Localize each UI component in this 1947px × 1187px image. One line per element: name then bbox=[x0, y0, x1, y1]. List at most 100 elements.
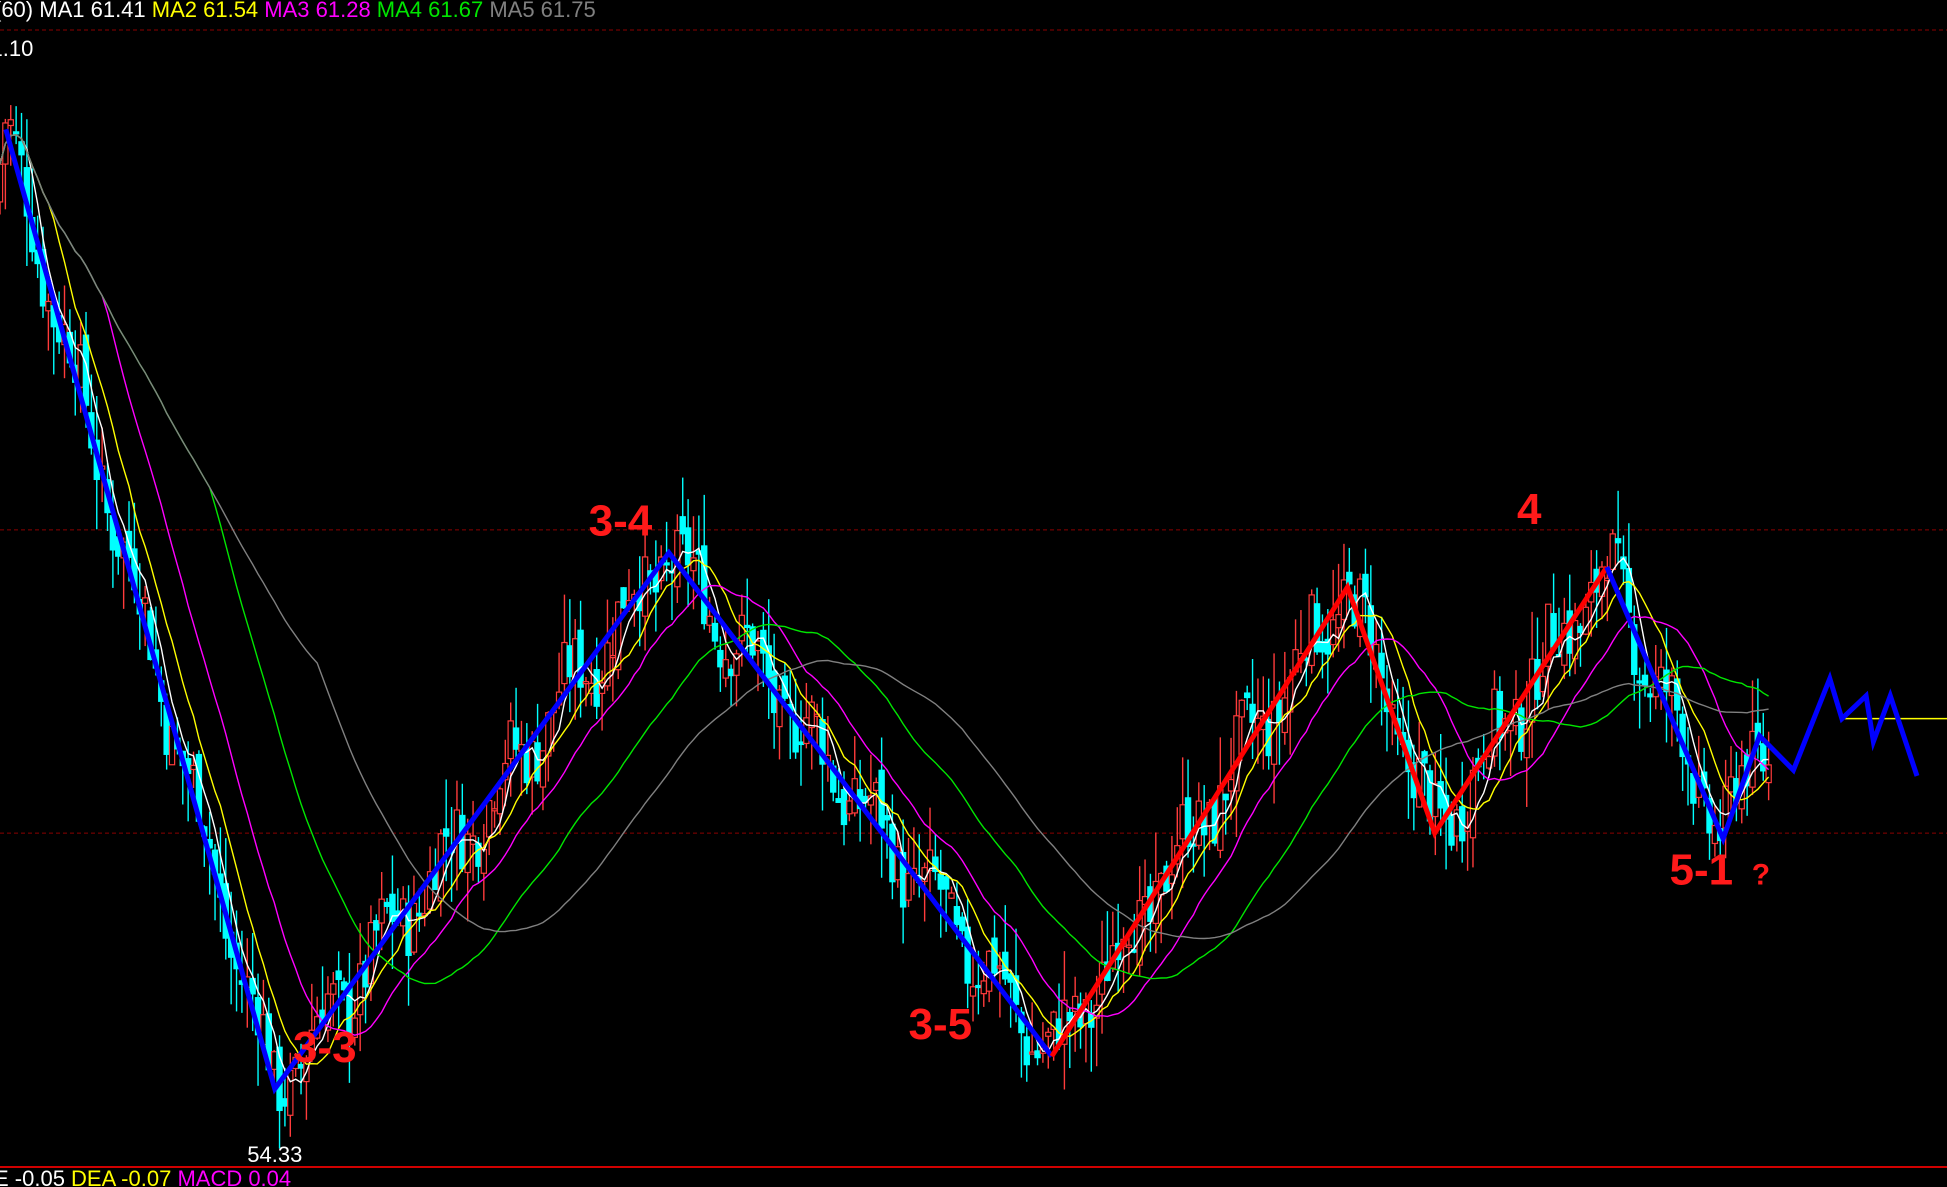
candle-body bbox=[496, 788, 504, 815]
candle-body bbox=[1238, 699, 1246, 718]
candle-body bbox=[953, 906, 961, 926]
candle-body bbox=[1609, 533, 1616, 571]
candle-body bbox=[727, 668, 735, 677]
candle-body bbox=[410, 902, 418, 953]
candle-body bbox=[1432, 783, 1439, 818]
candle-body bbox=[905, 872, 912, 901]
candle-body bbox=[948, 892, 955, 899]
candle-body bbox=[12, 131, 20, 135]
candle-body bbox=[1329, 619, 1337, 646]
candle-body bbox=[840, 789, 848, 826]
price-extreme-label: 71.10 bbox=[0, 36, 33, 61]
candle-body bbox=[7, 119, 14, 127]
candle-body bbox=[485, 799, 493, 838]
candle-body bbox=[1034, 1050, 1041, 1059]
candle-body bbox=[442, 828, 450, 837]
legend-item: MA2 61.54 bbox=[152, 0, 265, 22]
candle-body bbox=[1179, 804, 1186, 840]
candle-body bbox=[1641, 674, 1649, 686]
wave-label: ? bbox=[1752, 859, 1770, 892]
candle-body bbox=[942, 876, 950, 890]
candle-body bbox=[996, 965, 1004, 969]
candle-body bbox=[1727, 776, 1735, 793]
legend-item: MA1 61.41 bbox=[39, 0, 152, 22]
wave-label: 4 bbox=[1517, 485, 1542, 534]
legend-item: MA3 61.28 bbox=[264, 0, 377, 22]
candle-body bbox=[684, 527, 692, 566]
candle-body bbox=[1227, 778, 1235, 792]
candle-body bbox=[190, 764, 197, 771]
candle-body bbox=[1319, 640, 1326, 653]
candle-body bbox=[593, 669, 600, 707]
candle-body bbox=[969, 986, 977, 997]
candle-body bbox=[1614, 538, 1622, 544]
candle-body bbox=[534, 742, 541, 782]
candle-body bbox=[1045, 1031, 1052, 1037]
candle-body bbox=[1028, 1051, 1036, 1055]
candle-body bbox=[609, 655, 617, 659]
candle-body bbox=[991, 937, 998, 974]
candle-body bbox=[835, 798, 842, 803]
candle-body bbox=[141, 597, 149, 604]
legend-item: MA4 61.67 bbox=[377, 0, 490, 22]
candle-body bbox=[1125, 944, 1133, 948]
wave-label: 3-5 bbox=[909, 1000, 973, 1049]
candle-body bbox=[0, 163, 4, 203]
candle-body bbox=[1577, 625, 1584, 633]
candle-body bbox=[582, 681, 590, 685]
candle-body bbox=[959, 916, 966, 932]
candle-body bbox=[883, 815, 891, 821]
wave-label: 5-1 bbox=[1670, 846, 1734, 895]
price-extreme-label: 54.33 bbox=[247, 1142, 302, 1167]
candle-body bbox=[330, 983, 337, 995]
wave-label: 3-4 bbox=[589, 497, 653, 546]
candle-body bbox=[1636, 680, 1643, 684]
candle-body bbox=[491, 808, 498, 812]
candle-body bbox=[507, 720, 514, 760]
candle-body bbox=[846, 800, 853, 815]
candle-body bbox=[1550, 613, 1557, 648]
candle-body bbox=[744, 624, 751, 629]
legend-item: MACD 0.04 bbox=[177, 1166, 291, 1187]
candle-body bbox=[711, 622, 719, 642]
candle-body bbox=[679, 516, 686, 535]
chart-svg: 71.10 54.33 3-3 3-4 3-5 4 5-1? (60) MA1 61.41… bbox=[0, 0, 1947, 1187]
candle-body bbox=[1243, 692, 1251, 699]
candle-body bbox=[1647, 693, 1654, 698]
candle-body bbox=[797, 741, 805, 746]
candle-body bbox=[980, 980, 987, 995]
candle-body bbox=[975, 984, 982, 989]
candle-body bbox=[663, 562, 670, 566]
candle-body bbox=[512, 727, 520, 750]
candle-body bbox=[383, 901, 391, 907]
legend-item: E -0.05 bbox=[0, 1166, 71, 1187]
candle-body bbox=[45, 300, 52, 312]
candle-body bbox=[480, 848, 488, 874]
wave-label: 3-3 bbox=[293, 1023, 357, 1072]
chart: 71.10 54.33 3-3 3-4 3-5 4 5-1? (60) MA1 61.41… bbox=[0, 0, 1947, 1187]
candle-body bbox=[1222, 793, 1229, 801]
candle-body bbox=[270, 1051, 278, 1070]
candle-body bbox=[717, 649, 724, 668]
candle-body bbox=[722, 659, 729, 679]
candle-body bbox=[706, 615, 713, 626]
candle-body bbox=[1335, 613, 1342, 629]
candle-body bbox=[620, 587, 627, 609]
ma-legend: (60) MA1 61.41 MA2 61.54 MA3 61.28 MA4 6… bbox=[0, 0, 596, 22]
candle-body bbox=[937, 873, 944, 890]
macd-legend: E -0.05 DEA -0.07 MACD 0.04 bbox=[0, 1166, 291, 1187]
candle-body bbox=[1233, 715, 1240, 792]
candle-body bbox=[873, 781, 880, 792]
candle-body bbox=[690, 557, 697, 572]
candle-body bbox=[1448, 814, 1455, 846]
candle-body bbox=[701, 545, 708, 625]
candle-body bbox=[561, 641, 568, 685]
candle-body bbox=[1023, 1036, 1030, 1066]
candle-body bbox=[378, 898, 385, 924]
legend-item: DEA -0.07 bbox=[71, 1166, 177, 1187]
candle-body bbox=[335, 970, 342, 981]
candle-body bbox=[416, 912, 423, 917]
candle-body bbox=[964, 926, 971, 984]
candle-body bbox=[281, 1098, 289, 1107]
candle-body bbox=[1346, 571, 1353, 585]
